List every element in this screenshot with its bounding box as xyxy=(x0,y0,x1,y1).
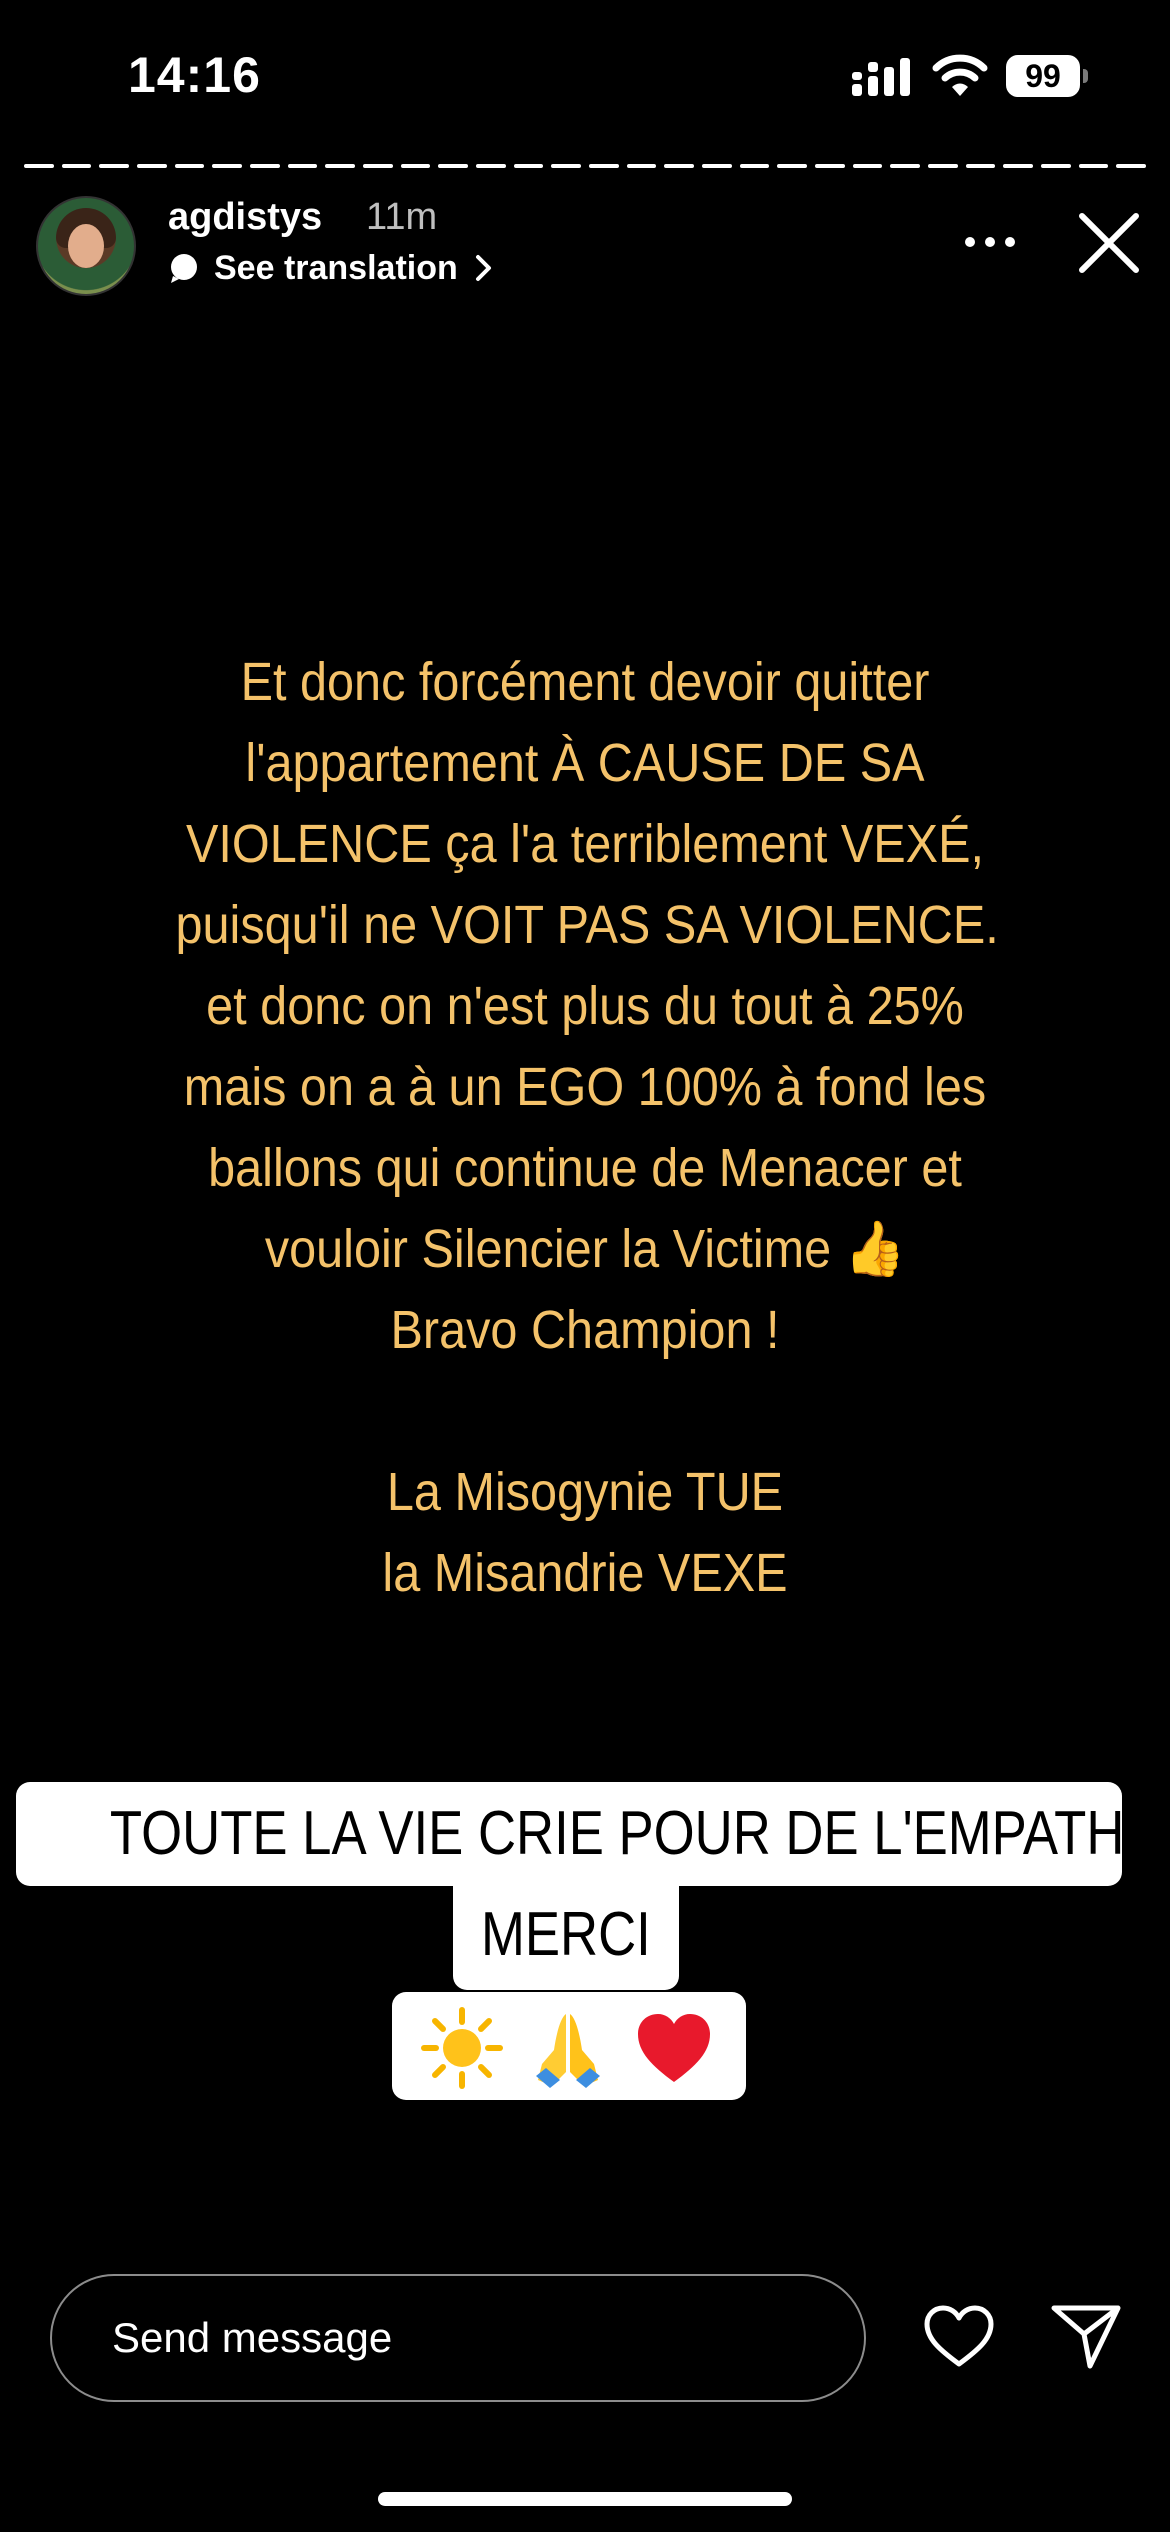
story-progress-bar xyxy=(24,164,1146,170)
progress-segment xyxy=(739,164,770,168)
story-text: Et donc forcément devoir quitter l'appar… xyxy=(175,642,999,1614)
progress-segment xyxy=(928,164,958,168)
merci-sticker: MERCI xyxy=(453,1880,679,1990)
empathy-sticker: TOUTE LA VIE CRIE POUR DE L'EMPATHIE xyxy=(16,1782,1170,1886)
username[interactable]: agdistys xyxy=(168,196,322,239)
progress-segment xyxy=(1041,164,1071,168)
progress-segment xyxy=(1003,164,1033,168)
progress-segment xyxy=(664,164,694,168)
progress-segment xyxy=(1116,164,1146,168)
progress-segment xyxy=(174,164,205,168)
progress-segment xyxy=(965,164,996,168)
progress-segment xyxy=(61,164,92,168)
progress-segment xyxy=(212,164,242,168)
progress-segment xyxy=(890,164,920,168)
progress-segment xyxy=(1078,164,1109,168)
empathy-sticker-text: TOUTE LA VIE CRIE POUR DE L'EMPATHIE xyxy=(109,1799,1170,1868)
signal-icon xyxy=(852,58,910,96)
send-message-input[interactable]: Send message xyxy=(50,2274,866,2402)
progress-segment xyxy=(815,164,845,168)
progress-segment xyxy=(363,164,393,168)
sun-emoji xyxy=(421,2007,503,2089)
story-line: mais on a à un EGO 100% à fond les xyxy=(183,1057,987,1117)
progress-segment xyxy=(137,164,167,168)
progress-segment xyxy=(777,164,807,168)
progress-segment xyxy=(852,164,883,168)
progress-segment xyxy=(438,164,468,168)
story-line: Bravo Champion ! xyxy=(390,1300,780,1360)
progress-segment xyxy=(513,164,544,168)
battery-level: 99 xyxy=(1006,55,1080,97)
avatar[interactable] xyxy=(36,196,136,296)
story-line: vouloir Silencier la Victime 👍 xyxy=(264,1219,906,1279)
post-time-ago: 11m xyxy=(366,196,438,238)
chevron-right-icon xyxy=(475,255,491,281)
see-translation-link[interactable]: See translation xyxy=(168,246,494,290)
send-icon[interactable] xyxy=(1050,2302,1122,2370)
progress-segment xyxy=(24,164,54,168)
more-icon[interactable] xyxy=(960,222,1020,262)
story-line: l'appartement À CAUSE DE SA xyxy=(245,733,925,793)
home-indicator xyxy=(378,2492,792,2506)
progress-segment xyxy=(400,164,431,168)
story-line: ballons qui continue de Menacer et xyxy=(208,1138,962,1198)
emoji-sticker xyxy=(392,1992,746,2100)
merci-sticker-text: MERCI xyxy=(481,1900,651,1969)
progress-segment xyxy=(626,164,657,168)
battery-icon: 99 xyxy=(1006,55,1088,97)
story-closing-line: la Misandrie VEXE xyxy=(382,1543,788,1603)
red-heart-emoji xyxy=(638,2014,710,2082)
story-line: Et donc forcément devoir quitter xyxy=(240,652,930,712)
progress-segment xyxy=(476,164,506,168)
status-bar: 14:16 99 xyxy=(0,0,1170,150)
see-translation-label: See translation xyxy=(214,248,458,287)
progress-segment xyxy=(325,164,355,168)
progress-segment xyxy=(250,164,280,168)
progress-segment xyxy=(287,164,318,168)
wifi-icon xyxy=(932,54,988,96)
folded-hands-emoji xyxy=(536,2014,600,2088)
heart-icon[interactable] xyxy=(922,2304,996,2370)
close-icon[interactable] xyxy=(1076,210,1142,276)
progress-segment xyxy=(99,164,129,168)
story-closing-line: La Misogynie TUE xyxy=(386,1462,784,1522)
story-line: et donc on n'est plus du tout à 25% xyxy=(206,976,964,1036)
story-line: puisqu'il ne VOIT PAS SA VIOLENCE. xyxy=(175,895,999,955)
story-line: VIOLENCE ça l'a terriblement VEXÉ, xyxy=(186,814,984,874)
translate-icon xyxy=(171,254,197,283)
progress-segment xyxy=(589,164,619,168)
progress-segment xyxy=(702,164,732,168)
progress-segment xyxy=(551,164,581,168)
status-time: 14:16 xyxy=(128,47,261,103)
